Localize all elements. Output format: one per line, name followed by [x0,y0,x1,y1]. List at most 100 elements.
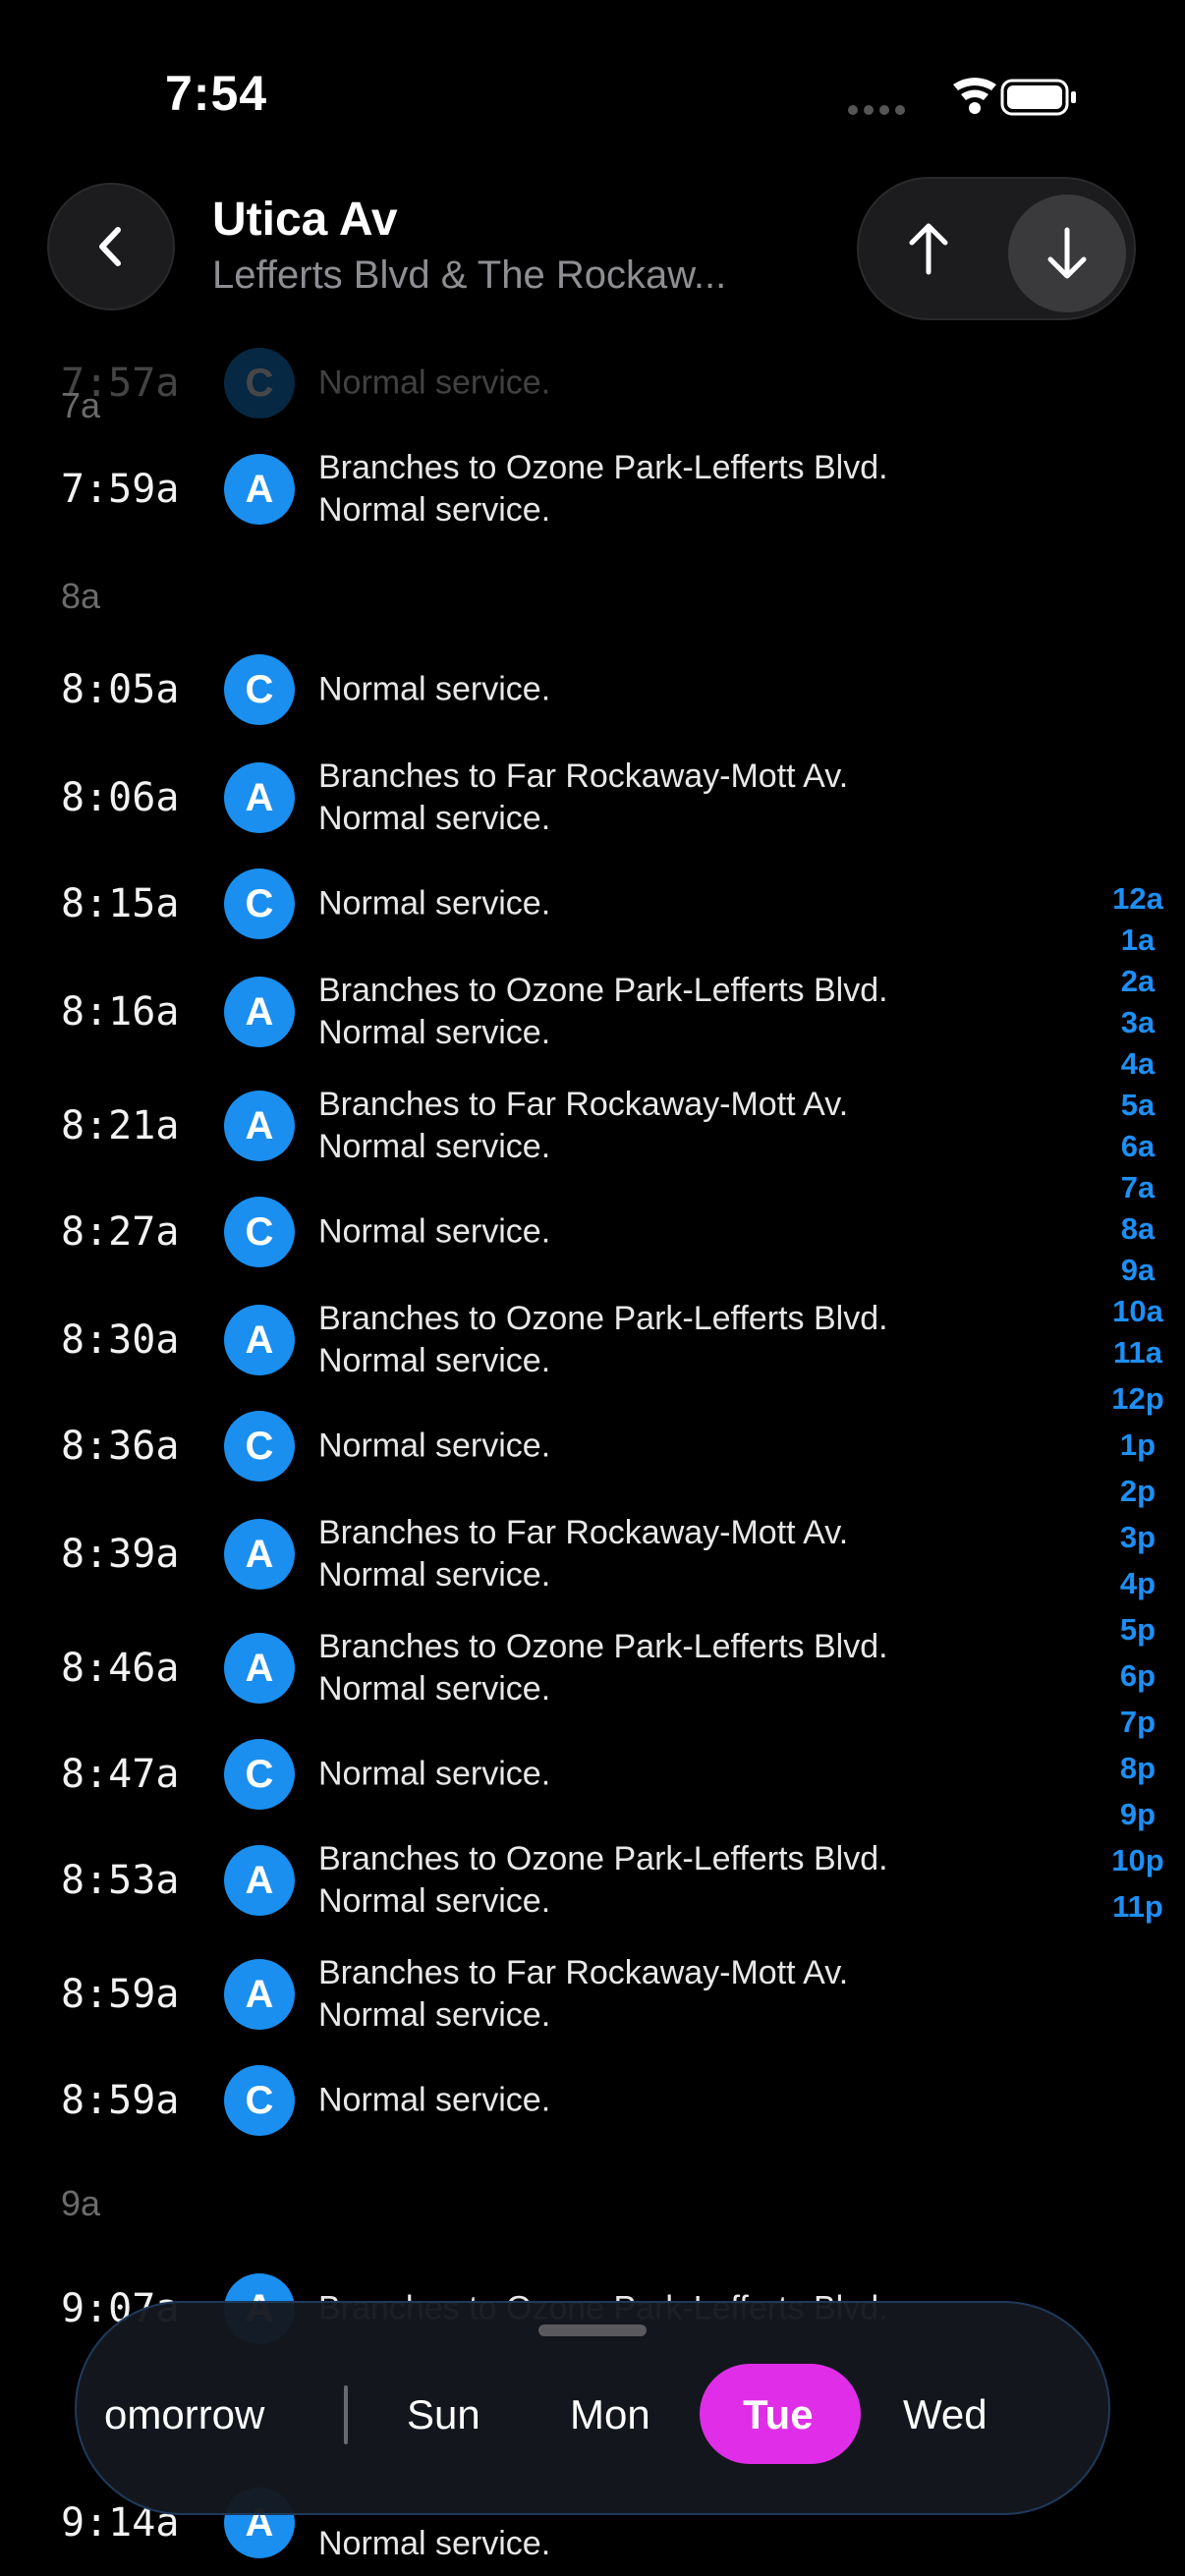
service-description: Branches to Far Rockaway-Mott Av. Normal … [318,1952,848,2037]
hour-index-item[interactable]: 5a [1099,1088,1177,1123]
status-text: Normal service. [318,1996,551,2034]
back-button[interactable] [47,183,175,310]
route-badge: A [224,1959,295,2030]
departure-row[interactable]: 8:05a C Normal service. [0,641,1100,739]
departure-row[interactable]: 8:59a C Normal service. [0,2051,1100,2150]
hour-index-item[interactable]: 11p [1099,1889,1177,1925]
route-badge: A [224,454,295,525]
service-description: Normal service. [318,1426,550,1468]
departure-time: 8:30a [61,1317,180,1363]
hour-index-item[interactable]: 6a [1099,1129,1177,1164]
departure-row[interactable]: 8:30a A Branches to Ozone Park-Lefferts Bl… [0,1291,1100,1389]
hour-index-item[interactable]: 3p [1099,1520,1177,1555]
departure-row[interactable]: 8:46a A Branches to Ozone Park-Lefferts Bl… [0,1619,1100,1717]
branch-text: Normal service. [318,1755,551,1793]
hour-index[interactable]: 12a 1a 2a 3a 4a 5a 6a 7a 8a 9a 10a 11a 12p 1p 2p 3p 4p 5p… [1099,0,1177,2576]
hour-index-item[interactable]: 4a [1099,1046,1177,1082]
departure-row[interactable]: 8:39a A Branches to Far Rockaway-Mott Av. N… [0,1505,1100,1603]
departure-time: 8:15a [61,881,180,926]
hour-index-item[interactable]: 7a [1099,1170,1177,1205]
departure-time: 8:46a [61,1646,180,1691]
departure-time: 7:59a [61,467,180,512]
departure-row[interactable]: 7:59a A Branches to Ozone Park-Lefferts Bl… [0,440,1100,538]
route-badge: A [224,762,295,833]
hour-index-item[interactable]: 10p [1099,1843,1177,1878]
departure-row[interactable]: 8:21a A Branches to Far Rockaway-Mott Av. N… [0,1077,1100,1175]
hour-index-item[interactable]: 2a [1099,964,1177,999]
status-text: Normal service. [318,800,551,837]
status-text: Normal service. [318,1882,551,1920]
hour-index-item[interactable]: 6p [1099,1658,1177,1694]
departure-row[interactable]: 8:16a A Branches to Ozone Park-Lefferts Bl… [0,963,1100,1061]
route-badge: A [224,1633,295,1704]
day-wed[interactable]: Wed [903,2391,988,2438]
route-badge: A [224,1519,295,1590]
departure-row[interactable]: 8:27a C Normal service. [0,1183,1100,1281]
station-subtitle: Lefferts Blvd & The Rockaw... [212,253,727,297]
hour-index-item[interactable]: 3a [1099,1005,1177,1040]
branch-text: Branches to Far Rockaway-Mott Av. [318,1514,849,1551]
departure-row[interactable]: 8:59a A Branches to Far Rockaway-Mott Av. N… [0,1945,1100,2044]
departure-row[interactable]: 8:36a C Normal service. [0,1397,1100,1495]
departure-time: 8:36a [61,1424,180,1469]
departure-time: 8:59a [61,2078,180,2123]
hour-index-item[interactable]: 8p [1099,1751,1177,1786]
departure-row[interactable]: 8:47a C Normal service. [0,1725,1100,1823]
day-mon[interactable]: Mon [570,2391,650,2438]
departure-row[interactable]: 8:15a C Normal service. [0,855,1100,953]
direction-up-button[interactable] [875,195,983,303]
hour-index-item[interactable]: 12a [1099,881,1177,917]
departure-time: 8:39a [61,1532,180,1577]
route-badge: A [224,1091,295,1161]
status-time: 7:54 [165,66,268,121]
service-description: Normal service. [318,1754,550,1796]
departure-time: 8:16a [61,989,180,1035]
status-icons [847,73,1083,122]
station-title: Utica Av [212,194,398,246]
service-description: Branches to Far Rockaway-Mott Av. Normal … [318,1512,848,1596]
departure-time: 8:06a [61,775,180,820]
hour-index-item[interactable]: 5p [1099,1612,1177,1648]
branch-text: Branches to Far Rockaway-Mott Av. [318,757,849,795]
hour-index-item[interactable]: 8a [1099,1211,1177,1247]
hour-index-item[interactable]: 10a [1099,1294,1177,1329]
service-description: Normal service. [318,2080,550,2122]
day-sun[interactable]: Sun [407,2391,480,2438]
service-description: Normal service. [318,1211,550,1254]
day-divider [344,2385,348,2444]
hour-header: 9a [61,2183,101,2223]
hour-index-item[interactable]: 7p [1099,1705,1177,1740]
arrow-down-icon [1047,227,1087,279]
hour-index-item[interactable]: 9p [1099,1797,1177,1832]
wifi-icon [953,78,996,114]
day-tue[interactable]: Tue [743,2391,814,2438]
battery-icon [1000,79,1076,116]
departure-time: 8:53a [61,1858,180,1903]
hour-index-item[interactable]: 1p [1099,1428,1177,1463]
hour-index-item[interactable]: 4p [1099,1566,1177,1601]
branch-text: Branches to Far Rockaway-Mott Av. [318,1954,849,1991]
status-text: Normal service. [318,1128,551,1165]
route-badge: C [224,348,295,419]
hour-index-item[interactable]: 2p [1099,1474,1177,1509]
arrow-up-icon [909,223,948,275]
hour-index-item[interactable]: 11a [1099,1335,1177,1371]
status-text: Normal service. [318,491,551,529]
branch-text: Normal service. [318,670,551,708]
hour-index-item[interactable]: 9a [1099,1253,1177,1288]
day-tomorrow[interactable]: omorrow [104,2391,264,2438]
hour-index-item[interactable]: 12p [1099,1381,1177,1417]
branch-text: Branches to Far Rockaway-Mott Av. [318,1086,849,1123]
hour-index-item[interactable]: 1a [1099,923,1177,958]
departure-time: 8:05a [61,667,180,712]
departure-row[interactable]: 8:06a A Branches to Far Rockaway-Mott Av. N… [0,749,1100,847]
route-badge: A [224,1845,295,1916]
route-badge: C [224,1411,295,1482]
hour-header: 7a [61,385,101,425]
branch-text: Normal service. [318,884,551,923]
sheet-grabber[interactable] [538,2324,647,2336]
departure-row[interactable]: 8:53a A Branches to Ozone Park-Lefferts Bl… [0,1831,1100,1930]
list-item[interactable]: 7:57a C Normal service. [0,334,1100,432]
service-description: Branches to Ozone Park-Lefferts Blvd. Nor… [318,1298,888,1382]
service-description: Branches to Ozone Park-Lefferts Blvd. Nor… [318,970,888,1054]
